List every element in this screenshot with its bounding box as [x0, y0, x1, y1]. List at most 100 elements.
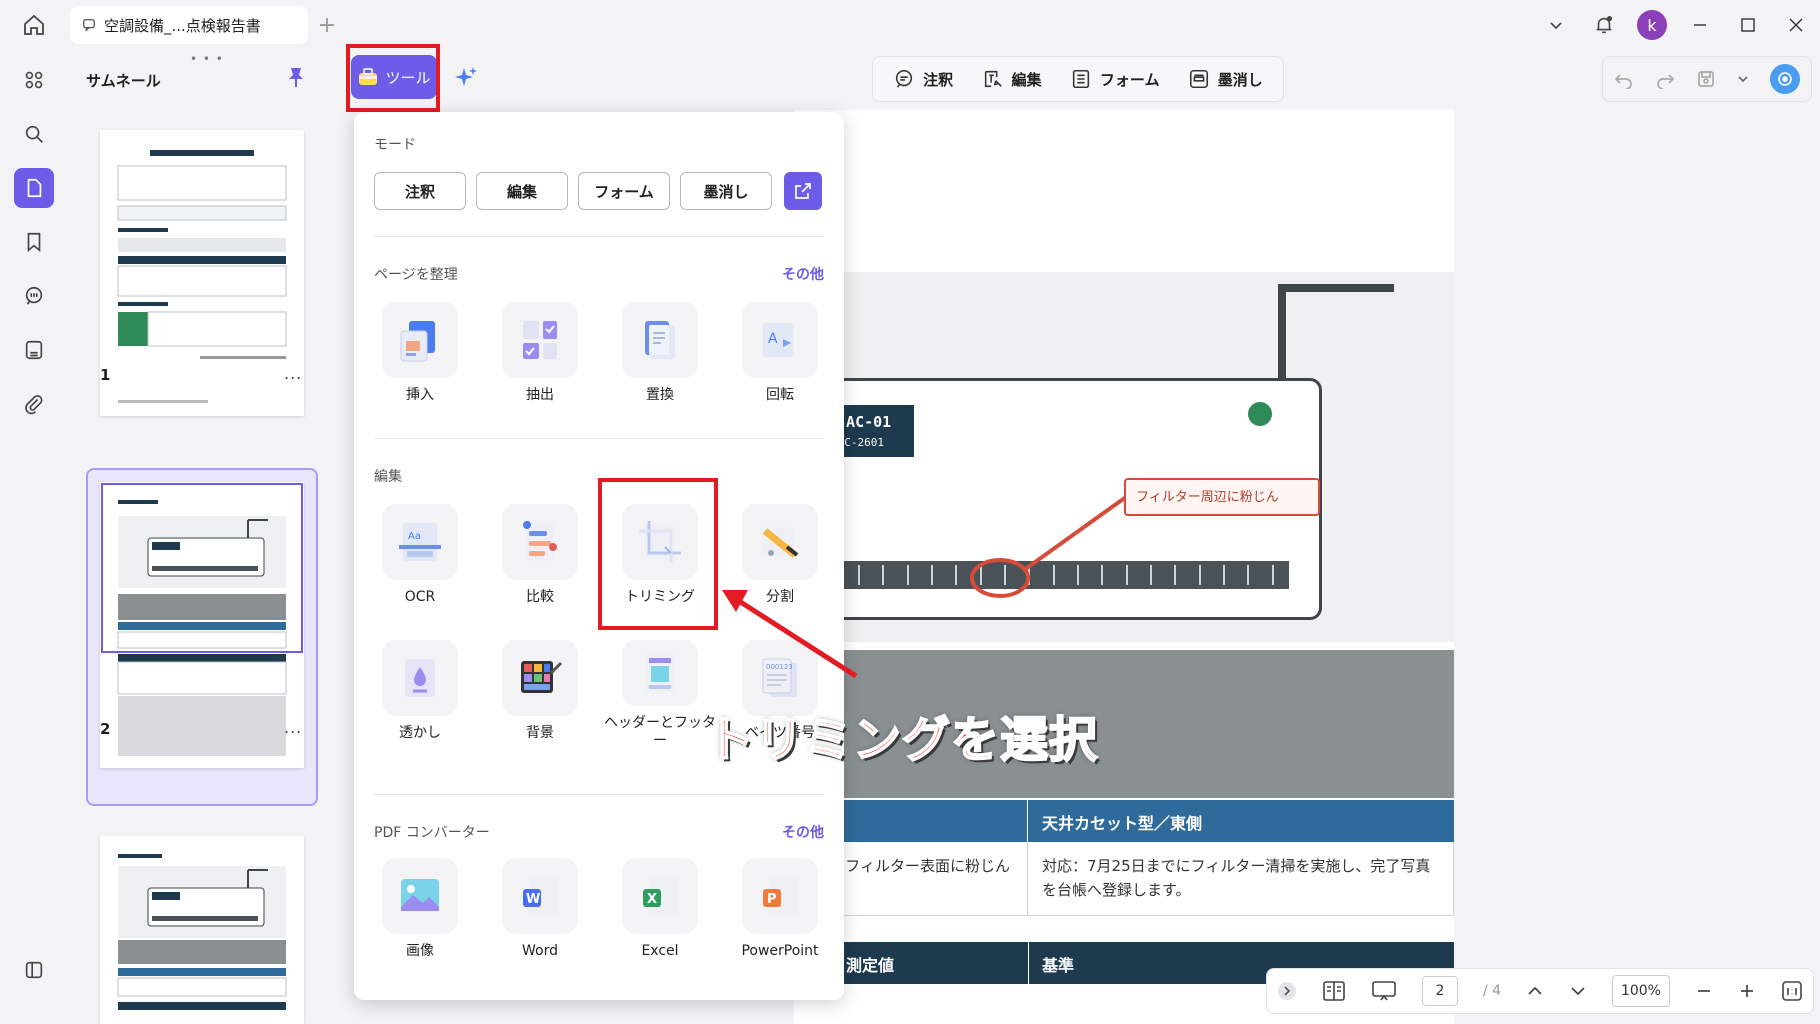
- grid-icon: [25, 71, 43, 89]
- mode-edit-label: 編集: [1011, 70, 1042, 89]
- tool-compare[interactable]: 比較: [480, 504, 600, 614]
- header-footer-icon: [622, 640, 698, 706]
- replace-icon: [622, 302, 698, 378]
- mode-redact-button[interactable]: 墨消し: [1188, 68, 1263, 90]
- tab-title: 空調設備_...点検報告書: [104, 16, 261, 35]
- notification-button[interactable]: [1580, 0, 1628, 50]
- tool-header-footer-label: ヘッダーとフッター: [604, 715, 716, 749]
- page-navigation-bar: 2 / 4 100%: [1266, 968, 1814, 1014]
- table-cell-action: 対応：7月25日までにフィルター清掃を実施し、完了写真を台帳へ登録します。: [1042, 857, 1431, 899]
- panel-mode-redact[interactable]: 墨消し: [680, 172, 772, 210]
- chevron-down-icon[interactable]: [1737, 73, 1749, 85]
- tab-list-button[interactable]: [1532, 0, 1580, 50]
- tool-watermark[interactable]: 透かし: [360, 640, 480, 750]
- tool-rotate[interactable]: A 回転: [720, 302, 840, 412]
- panel-mode-edit[interactable]: 編集: [476, 172, 568, 210]
- converter-section-title: PDF コンバーター: [374, 825, 490, 841]
- mode-form-label: フォーム: [1099, 70, 1160, 89]
- left-rail: [0, 50, 68, 1024]
- converter-more-link[interactable]: その他: [782, 822, 824, 842]
- redo-icon[interactable]: [1655, 69, 1675, 89]
- page-thumbnail-3[interactable]: [100, 836, 304, 1024]
- zoom-out-icon[interactable]: [1695, 982, 1713, 1000]
- mode-annotate-label: 注釈: [923, 70, 954, 89]
- total-pages: / 4: [1482, 983, 1502, 999]
- panel-mode-form[interactable]: フォーム: [578, 172, 670, 210]
- edit-icon: [984, 70, 1002, 88]
- document-tab[interactable]: 空調設備_...点検報告書: [70, 6, 308, 44]
- table2-header-standard: 基準: [1042, 956, 1075, 975]
- tools-highlight-box: [346, 44, 440, 112]
- page-thumbnail-1[interactable]: [100, 130, 304, 416]
- convert-to-word[interactable]: W Word: [480, 858, 600, 968]
- rail-bookmarks-button[interactable]: [14, 222, 54, 262]
- dust-callout: フィルター周辺に粉じん: [1124, 478, 1320, 516]
- page-icon: [27, 178, 42, 198]
- convert-powerpoint-label: PowerPoint: [741, 943, 819, 959]
- actual-size-icon[interactable]: [1781, 980, 1803, 1002]
- sparkle-icon: [455, 67, 477, 86]
- account-button[interactable]: k: [1628, 0, 1676, 50]
- tool-replace-label: 置換: [646, 387, 674, 403]
- svg-text:W: W: [526, 892, 540, 907]
- undo-icon[interactable]: [1614, 69, 1634, 89]
- tool-insert-label: 挿入: [406, 387, 434, 403]
- mode-edit-button[interactable]: 編集: [982, 68, 1042, 90]
- current-page-input[interactable]: 2: [1421, 976, 1458, 1006]
- new-tab-button[interactable]: +: [312, 10, 342, 40]
- chevron-right-icon[interactable]: [1277, 981, 1297, 1001]
- sidebar-icon: [25, 961, 43, 979]
- ai-chat-button[interactable]: [1770, 64, 1801, 94]
- tool-extract[interactable]: 抽出: [480, 302, 600, 412]
- convert-to-image[interactable]: 画像: [360, 858, 480, 968]
- thumbnail-2-number: 2: [100, 720, 111, 738]
- mode-redact-label: 墨消し: [1217, 70, 1263, 89]
- tool-replace[interactable]: 置換: [600, 302, 720, 412]
- convert-to-powerpoint[interactable]: P PowerPoint: [720, 858, 840, 968]
- pin-button[interactable]: [286, 66, 306, 92]
- external-link-icon: [795, 183, 811, 199]
- rail-search-button[interactable]: [14, 114, 54, 154]
- zoom-in-icon[interactable]: [1738, 982, 1756, 1000]
- previous-page-icon[interactable]: [1526, 982, 1544, 1000]
- pdf-page-2: 議室A AC-01 機番号 AC-2601 フィルター周辺に粉じん 天井カセット…: [794, 110, 1454, 1024]
- rail-attachments-button[interactable]: [14, 384, 54, 424]
- tool-insert[interactable]: 挿入: [360, 302, 480, 412]
- panel-mode-annotate[interactable]: 注釈: [374, 172, 466, 210]
- thumbnail-1-more-button[interactable]: ...: [284, 364, 302, 383]
- powerpoint-icon: P: [742, 858, 818, 934]
- save-icon[interactable]: [1696, 69, 1716, 89]
- drag-handle[interactable]: • • •: [190, 52, 224, 66]
- tool-background[interactable]: 背景: [480, 640, 600, 750]
- page-layout-icon[interactable]: [1322, 980, 1346, 1002]
- maximize-button[interactable]: [1724, 0, 1772, 50]
- next-page-icon[interactable]: [1569, 982, 1587, 1000]
- rail-forms-button[interactable]: [14, 330, 54, 370]
- rail-comments-button[interactable]: [14, 276, 54, 316]
- mode-annotate-button[interactable]: 注釈: [893, 68, 953, 90]
- ai-assistant-button[interactable]: [448, 60, 484, 96]
- rail-thumbnails-button[interactable]: [14, 168, 54, 208]
- close-button[interactable]: [1772, 0, 1820, 50]
- open-external-button[interactable]: [784, 172, 822, 210]
- stamp-icon: [25, 340, 43, 360]
- convert-excel-label: Excel: [641, 943, 679, 959]
- page-thumbnail-2[interactable]: [100, 482, 304, 768]
- convert-to-excel[interactable]: X Excel: [600, 858, 720, 968]
- presentation-icon[interactable]: [1371, 980, 1397, 1002]
- maximize-icon: [1741, 18, 1755, 32]
- organize-more-link[interactable]: その他: [782, 264, 824, 284]
- tool-rotate-label: 回転: [766, 387, 794, 403]
- excel-icon: X: [622, 858, 698, 934]
- redact-icon: [1189, 69, 1208, 89]
- tool-ocr[interactable]: Aa OCR: [360, 504, 480, 614]
- table2-header-measured: 測定値: [846, 956, 895, 975]
- rail-sidebar-toggle[interactable]: [14, 950, 54, 990]
- mode-form-button[interactable]: フォーム: [1070, 68, 1160, 90]
- comment-icon: [896, 69, 913, 88]
- thumbnail-2-more-button[interactable]: ...: [284, 718, 302, 737]
- rail-apps-button[interactable]: [14, 60, 54, 100]
- zoom-level-select[interactable]: 100%: [1611, 975, 1670, 1007]
- home-button[interactable]: [16, 8, 52, 42]
- minimize-button[interactable]: [1676, 0, 1724, 50]
